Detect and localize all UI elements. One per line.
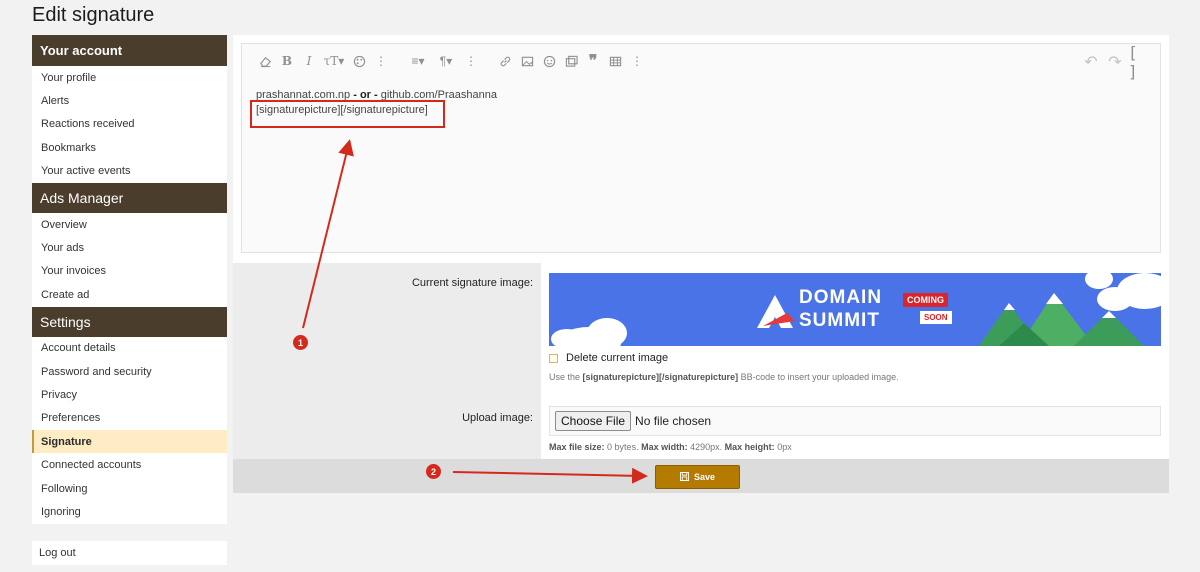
table-icon[interactable] xyxy=(604,51,626,71)
signature-editor[interactable]: B I τT▾ ⋮ ≡▾ ¶▾ ⋮ ❞ ⋮ ↶ ↷ [] prashannat… xyxy=(241,43,1161,253)
sidebar-item-your-ads[interactable]: Your ads xyxy=(32,236,227,259)
more-vertical-icon-3[interactable]: ⋮ xyxy=(626,51,648,71)
limit-width-value: 4290px. xyxy=(690,442,723,452)
current-image-row: Current signature image: DOMAIN SUMMIT C… xyxy=(233,263,1169,394)
annotation-marker-2: 2 xyxy=(426,464,441,479)
hint-text-pre: Use the xyxy=(549,372,581,382)
save-label: Save xyxy=(693,472,716,482)
save-icon xyxy=(679,471,689,483)
sidebar-item-connected-accounts[interactable]: Connected accounts xyxy=(32,453,227,476)
sidebar-item-privacy[interactable]: Privacy xyxy=(32,383,227,406)
limit-height-value: 0px xyxy=(777,442,792,452)
upload-image-row: Upload image: Choose File No file chosen… xyxy=(233,394,1169,459)
sidebar-heading-settings: Settings xyxy=(32,306,227,337)
sidebar-item-alerts[interactable]: Alerts xyxy=(32,89,227,112)
save-button[interactable]: Save xyxy=(655,465,740,489)
undo-icon[interactable]: ↶ xyxy=(1080,52,1102,72)
sidebar-item-preferences[interactable]: Preferences xyxy=(32,407,227,430)
hint-bbcode: [signaturepicture][/signaturepicture] xyxy=(582,372,739,382)
editor-toolbar: B I τT▾ ⋮ ≡▾ ¶▾ ⋮ ❞ ⋮ xyxy=(242,44,1160,78)
bold-icon[interactable]: B xyxy=(276,51,298,71)
sidebar-item-overview[interactable]: Overview xyxy=(32,213,227,236)
banner-badge-coming: COMING xyxy=(903,293,948,307)
signature-form: B I τT▾ ⋮ ≡▾ ¶▾ ⋮ ❞ ⋮ ↶ ↷ [] prashannat… xyxy=(233,35,1169,493)
sidebar-heading-ads-manager: Ads Manager xyxy=(32,182,227,213)
sidebar-item-ignoring[interactable]: Ignoring xyxy=(32,500,227,523)
signature-banner-image: DOMAIN SUMMIT COMING SOON xyxy=(549,273,1161,346)
sidebar-item-your-invoices[interactable]: Your invoices xyxy=(32,260,227,283)
delete-image-checkbox[interactable] xyxy=(549,353,558,363)
sidebar-section-ads-manager: Ads Manager Overview Your ads Your invoi… xyxy=(32,182,227,307)
paragraph-icon[interactable]: ¶▾ xyxy=(432,51,460,71)
no-file-text: No file chosen xyxy=(635,414,712,428)
align-icon[interactable]: ≡▾ xyxy=(404,51,432,71)
annotation-highlight-box xyxy=(250,100,445,128)
bbcode-hint: Use the [signaturepicture][/signaturepic… xyxy=(549,372,1161,382)
sidebar-item-create-ad[interactable]: Create ad xyxy=(32,283,227,306)
banner-badge-soon: SOON xyxy=(920,311,952,324)
banner-text-domain: DOMAIN xyxy=(799,287,883,308)
sidebar-item-your-active-events[interactable]: Your active events xyxy=(32,160,227,183)
sidebar-section-your-account: Your account Your profile Alerts Reactio… xyxy=(32,35,227,183)
more-vertical-icon[interactable]: ⋮ xyxy=(370,51,392,71)
form-rows: Current signature image: DOMAIN SUMMIT C… xyxy=(233,263,1169,459)
sidebar-item-log-out[interactable]: Log out xyxy=(32,541,227,565)
link-icon[interactable] xyxy=(494,51,516,71)
limit-size-value: 0 bytes. xyxy=(607,442,639,452)
annotation-marker-1: 1 xyxy=(293,335,308,350)
media-icon[interactable] xyxy=(560,51,582,71)
italic-icon[interactable]: I xyxy=(298,51,320,71)
current-image-control: DOMAIN SUMMIT COMING SOON Delete current… xyxy=(541,263,1169,394)
text-size-icon[interactable]: τT▾ xyxy=(320,51,348,71)
more-vertical-icon-2[interactable]: ⋮ xyxy=(460,51,482,71)
upload-image-label: Upload image: xyxy=(462,412,533,424)
delete-image-option[interactable]: Delete current image xyxy=(549,352,1161,364)
account-sidebar: Your account Your profile Alerts Reactio… xyxy=(32,35,227,524)
sidebar-item-password-and-security[interactable]: Password and security xyxy=(32,360,227,383)
editor-toolbar-right: ↶ ↷ [ ] xyxy=(1080,43,1150,81)
limit-size-label: Max file size: xyxy=(549,442,605,452)
sidebar-item-signature[interactable]: Signature xyxy=(32,430,227,454)
page-title: Edit signature xyxy=(32,4,155,26)
sidebar-item-bookmarks[interactable]: Bookmarks xyxy=(32,136,227,159)
eraser-icon[interactable] xyxy=(254,51,276,71)
current-image-label: Current signature image: xyxy=(411,277,533,289)
form-footer: Save xyxy=(233,459,1169,493)
smiley-icon[interactable] xyxy=(538,51,560,71)
sidebar-heading-your-account[interactable]: Your account xyxy=(32,35,227,66)
redo-icon[interactable]: ↷ xyxy=(1104,52,1126,72)
hint-text-post: BB-code to insert your uploaded image. xyxy=(740,372,899,382)
limit-height-label: Max height: xyxy=(724,442,775,452)
upload-limits: Max file size: 0 bytes. Max width: 4290p… xyxy=(549,442,1161,452)
sidebar-section-settings: Settings Account details Password and se… xyxy=(32,306,227,524)
sidebar-item-reactions-received[interactable]: Reactions received xyxy=(32,113,227,136)
upload-image-control: Choose File No file chosen Max file size… xyxy=(541,394,1169,459)
limit-width-label: Max width: xyxy=(641,442,688,452)
sidebar-item-following[interactable]: Following xyxy=(32,477,227,500)
choose-file-button[interactable]: Choose File xyxy=(555,411,632,431)
sidebar-item-account-details[interactable]: Account details xyxy=(32,337,227,360)
image-icon[interactable] xyxy=(516,51,538,71)
quote-icon[interactable]: ❞ xyxy=(582,51,604,71)
toggle-bbcode-icon[interactable]: [ ] xyxy=(1128,43,1150,81)
sidebar-item-your-profile[interactable]: Your profile xyxy=(32,66,227,89)
banner-text-summit: SUMMIT xyxy=(799,310,880,331)
palette-icon[interactable] xyxy=(348,51,370,71)
delete-image-label[interactable]: Delete current image xyxy=(566,352,668,364)
file-upload-field[interactable]: Choose File No file chosen xyxy=(549,406,1161,436)
